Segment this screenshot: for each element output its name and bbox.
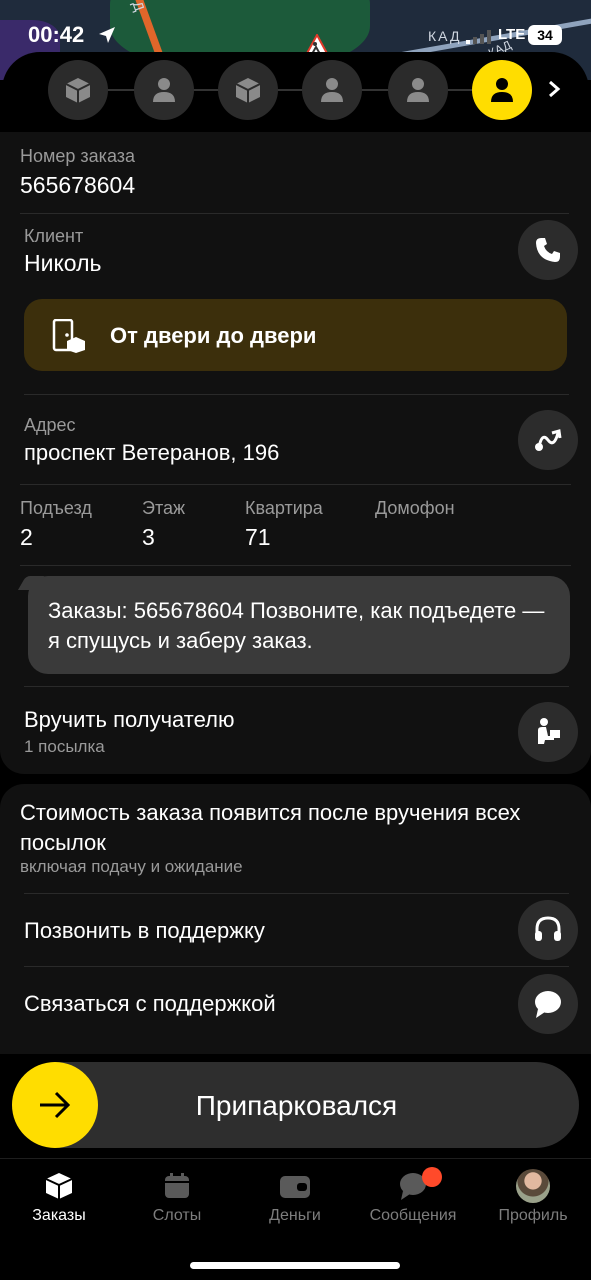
intercom-label: Домофон bbox=[375, 498, 455, 518]
chat-support-label[interactable]: Связаться с поддержкой bbox=[24, 991, 276, 1017]
call-support-button[interactable] bbox=[518, 900, 578, 960]
tab-label: Заказы bbox=[32, 1207, 86, 1224]
stepper-step-person[interactable] bbox=[134, 60, 194, 120]
stepper-next-button[interactable] bbox=[542, 74, 566, 104]
apartment-value: 71 bbox=[245, 524, 271, 550]
wallet-icon bbox=[280, 1176, 310, 1198]
floor-label: Этаж bbox=[142, 498, 186, 518]
location-arrow-icon bbox=[99, 27, 115, 43]
parked-slider[interactable]: Припарковался bbox=[12, 1062, 579, 1148]
handover-title: Вручить получателю bbox=[24, 707, 235, 732]
orders-icon bbox=[45, 1173, 73, 1199]
client-comment-text: Заказы: 565678604 Позвоните, как подъеде… bbox=[48, 598, 545, 653]
person-icon bbox=[407, 78, 429, 102]
headset-icon bbox=[535, 916, 561, 941]
stepper-step-box[interactable] bbox=[48, 60, 108, 120]
route-icon bbox=[535, 429, 562, 451]
signal-icon bbox=[466, 30, 491, 44]
apartment-label: Квартира bbox=[245, 498, 323, 518]
entrance-label: Подъезд bbox=[20, 498, 92, 518]
calendar-icon bbox=[165, 1173, 189, 1198]
handover-button[interactable] bbox=[518, 702, 578, 762]
hand-over-icon bbox=[538, 718, 560, 744]
home-indicator bbox=[190, 1262, 400, 1269]
battery-indicator: 34 bbox=[528, 25, 562, 45]
stepper-step-person[interactable] bbox=[302, 60, 362, 120]
handover-subtitle: 1 посылка bbox=[24, 737, 105, 756]
person-icon bbox=[153, 78, 175, 102]
door-to-door-icon bbox=[52, 319, 85, 353]
person-icon bbox=[321, 78, 343, 102]
network-type: LTE bbox=[498, 26, 526, 43]
cost-subtitle: включая подачу и ожидание bbox=[20, 857, 243, 876]
phone-icon bbox=[536, 238, 560, 262]
chat-support-button[interactable] bbox=[518, 974, 578, 1034]
address-label: Адрес bbox=[24, 415, 76, 435]
cost-title: Стоимость заказа появится после вручения… bbox=[20, 800, 521, 855]
entrance-value: 2 bbox=[20, 524, 33, 550]
person-icon bbox=[491, 78, 513, 102]
address-value: проспект Ветеранов, 196 bbox=[24, 440, 280, 465]
chevron-right-icon bbox=[549, 80, 561, 98]
stepper-step-person-active[interactable] bbox=[472, 60, 532, 120]
tab-messages[interactable]: Сообщения bbox=[358, 1167, 468, 1225]
tab-orders[interactable]: Заказы bbox=[4, 1169, 114, 1225]
call-client-button[interactable] bbox=[518, 220, 578, 280]
route-button[interactable] bbox=[518, 410, 578, 470]
tab-money[interactable]: Деньги bbox=[240, 1169, 350, 1225]
tab-label: Профиль bbox=[498, 1207, 568, 1224]
tab-label: Слоты bbox=[152, 1207, 202, 1224]
floor-value: 3 bbox=[142, 524, 155, 550]
client-comment-bubble: Заказы: 565678604 Позвоните, как подъеде… bbox=[17, 576, 570, 674]
order-number-value: 565678604 bbox=[20, 172, 136, 198]
route-stepper bbox=[2, 52, 589, 128]
client-label: Клиент bbox=[24, 226, 84, 246]
call-support-label[interactable]: Позвонить в поддержку bbox=[24, 918, 265, 944]
avatar bbox=[516, 1169, 550, 1203]
chat-bubble-icon bbox=[535, 991, 561, 1018]
tab-profile[interactable]: Профиль bbox=[478, 1169, 588, 1225]
tab-slots[interactable]: Слоты bbox=[122, 1169, 232, 1225]
tab-label: Сообщения bbox=[369, 1207, 457, 1224]
delivery-type-label: От двери до двери bbox=[110, 323, 317, 348]
client-name: Николь bbox=[24, 250, 102, 276]
parked-label: Припарковался bbox=[195, 1090, 398, 1121]
box-icon bbox=[235, 78, 261, 103]
stepper-step-box[interactable] bbox=[218, 60, 278, 120]
tab-label: Деньги bbox=[269, 1207, 321, 1224]
stepper-step-person[interactable] bbox=[388, 60, 448, 120]
delivery-type-banner: От двери до двери bbox=[24, 299, 567, 371]
unread-badge bbox=[422, 1167, 442, 1187]
box-icon bbox=[65, 78, 91, 103]
status-time: 00:42 bbox=[28, 22, 85, 47]
order-number-label: Номер заказа bbox=[20, 146, 136, 166]
